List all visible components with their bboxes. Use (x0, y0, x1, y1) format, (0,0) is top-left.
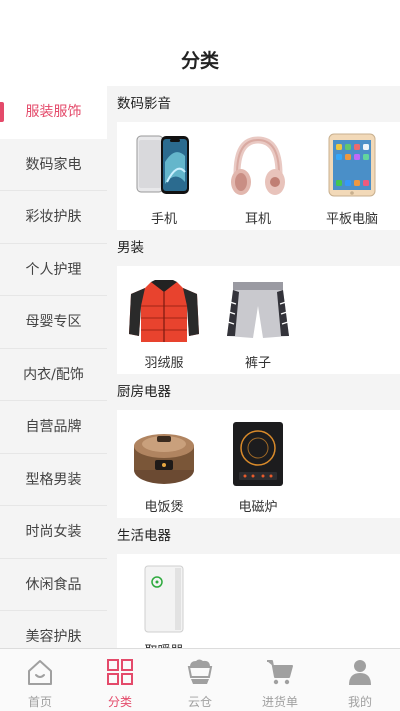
phone-icon (117, 132, 211, 204)
user-icon (345, 657, 375, 687)
product-name: 取暖器 (117, 640, 211, 648)
tab-profile[interactable]: 我的 (320, 649, 400, 711)
header-bar: 分类 (0, 0, 400, 86)
product-name: 耳机 (244, 212, 271, 227)
product-induction-cooker[interactable]: 电磁炉 (211, 410, 305, 518)
sidebar-item-snacks[interactable]: 休闲食品 (0, 559, 107, 611)
tab-cloud-warehouse[interactable]: 云仓 (160, 649, 240, 711)
product-name: 裤子 (244, 356, 271, 371)
product-headphones[interactable]: 耳机 (211, 122, 305, 230)
product-group: 手机 耳机 平板电脑 (117, 122, 400, 230)
product-group: 羽绒服 裤子 (117, 266, 400, 374)
product-name: 电磁炉 (238, 500, 278, 515)
home-icon (25, 657, 55, 687)
rice-cooker-icon (117, 420, 211, 492)
sidebar-item-clothing[interactable]: 服装服饰 (0, 86, 107, 139)
section-title: 男装 (117, 240, 144, 256)
shorts-icon (211, 276, 305, 348)
tablet-icon (305, 132, 399, 204)
sidebar-item-beauty[interactable]: 美容护肤 (0, 611, 107, 648)
category-content: 数码影音 手机 耳机 平板电脑 男装 羽绒服 裤子 厨房电器 电饭煲 电磁炉 生… (107, 86, 400, 648)
section-title: 生活电器 (117, 528, 171, 544)
product-name: 电饭煲 (144, 500, 184, 515)
sidebar-item-baby[interactable]: 母婴专区 (0, 296, 107, 349)
product-rice-cooker[interactable]: 电饭煲 (117, 410, 211, 518)
product-shorts[interactable]: 裤子 (211, 266, 305, 374)
cloud-warehouse-icon (185, 657, 215, 687)
sidebar-item-personal-care[interactable]: 个人护理 (0, 244, 107, 296)
sidebar-item-menswear[interactable]: 型格男装 (0, 454, 107, 506)
section-title: 数码影音 (117, 96, 171, 112)
heater-icon (117, 564, 211, 636)
product-heater[interactable]: 取暖器 (117, 554, 211, 648)
tab-label: 分类 (107, 695, 132, 709)
product-name: 手机 (150, 212, 177, 227)
sidebar-item-own-brand[interactable]: 自营品牌 (0, 401, 107, 454)
product-name: 羽绒服 (144, 356, 184, 371)
down-jacket-icon (117, 276, 211, 348)
bottom-tabbar: 首页 分类 云仓 进货单 我的 (0, 648, 400, 711)
headphones-icon (211, 132, 305, 204)
sidebar-item-makeup[interactable]: 彩妆护肤 (0, 191, 107, 244)
tab-cart[interactable]: 进货单 (240, 649, 320, 711)
product-name: 平板电脑 (325, 212, 378, 227)
sidebar-item-digital[interactable]: 数码家电 (0, 139, 107, 191)
product-group: 电饭煲 电磁炉 (117, 410, 400, 518)
tab-label: 我的 (347, 695, 372, 709)
cart-icon (265, 657, 295, 687)
product-group: 取暖器 (117, 554, 400, 648)
category-grid-icon (105, 657, 135, 687)
page-title: 分类 (180, 50, 219, 72)
tab-home[interactable]: 首页 (0, 649, 80, 711)
section-title: 厨房电器 (117, 384, 171, 400)
product-down-jacket[interactable]: 羽绒服 (117, 266, 211, 374)
tab-label: 进货单 (261, 695, 298, 709)
tab-label: 云仓 (187, 695, 212, 709)
tab-label: 首页 (27, 695, 52, 709)
induction-cooker-icon (211, 420, 305, 492)
product-phone[interactable]: 手机 (117, 122, 211, 230)
sidebar-item-underwear[interactable]: 内衣/配饰 (0, 349, 107, 401)
tab-category[interactable]: 分类 (80, 649, 160, 711)
category-sidebar: 服装服饰 数码家电 彩妆护肤 个人护理 母婴专区 内衣/配饰 自营品牌 型格男装… (0, 86, 107, 648)
product-tablet[interactable]: 平板电脑 (305, 122, 399, 230)
sidebar-item-womenswear[interactable]: 时尚女装 (0, 506, 107, 559)
